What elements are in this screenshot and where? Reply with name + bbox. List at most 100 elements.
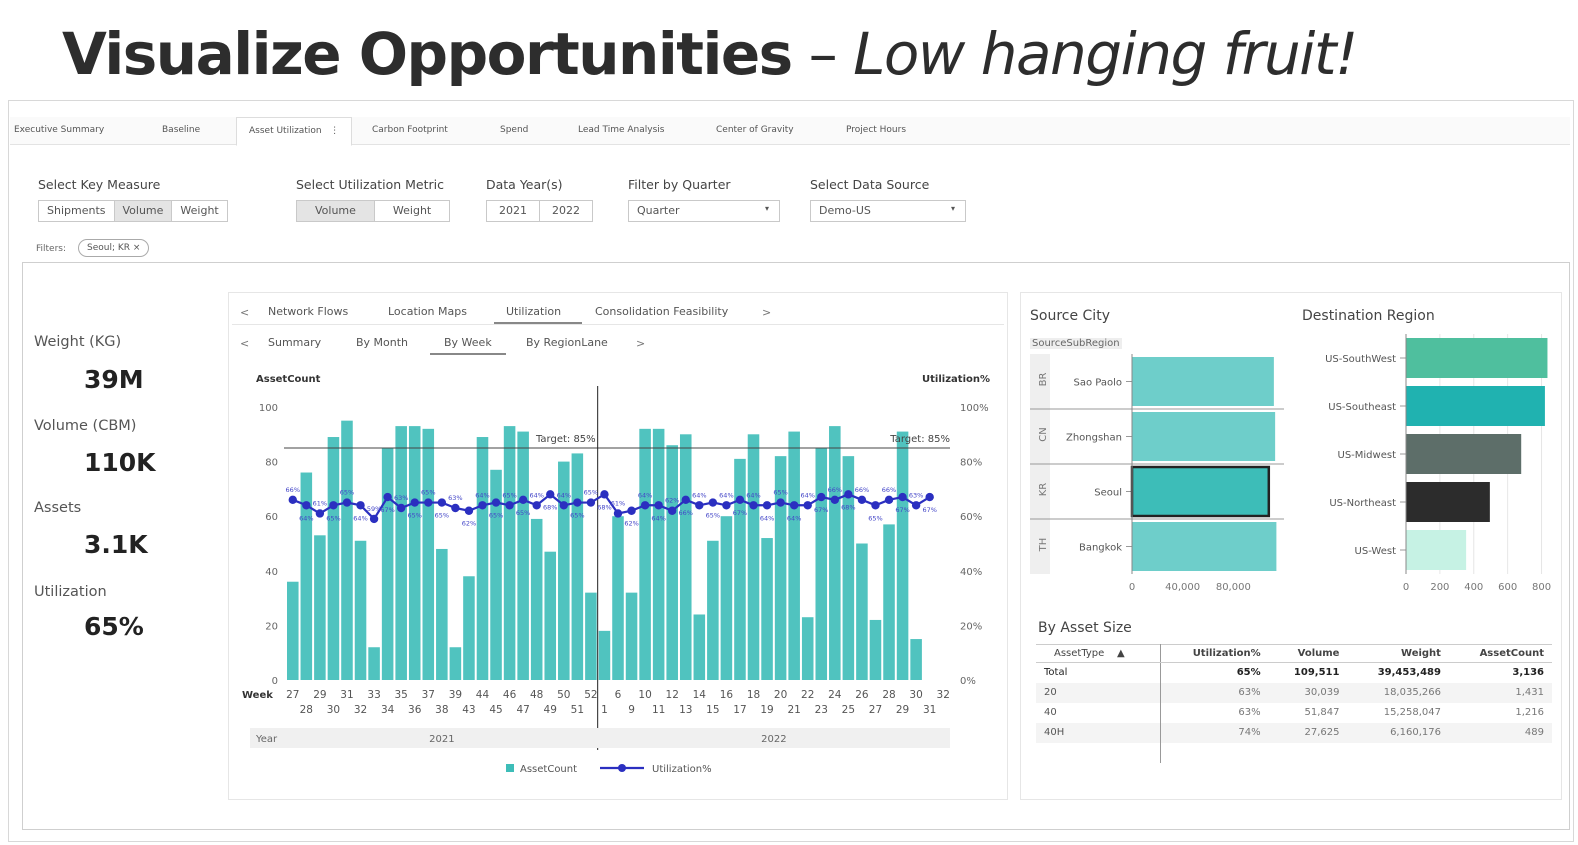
subtab-prev-icon[interactable]: <	[240, 306, 249, 319]
bar-source-city	[1132, 412, 1276, 461]
tab-lead-time-analysis[interactable]: Lead Time Analysis	[578, 125, 664, 135]
x-tick-label: 29	[896, 704, 909, 716]
tab-center-of-gravity[interactable]: Center of Gravity	[716, 125, 794, 135]
utilization-point-label: 66%	[828, 486, 842, 494]
source-city-title: Source City	[1030, 308, 1110, 324]
table-row	[1036, 742, 1552, 763]
year-2021-button[interactable]: 2021	[487, 201, 540, 221]
utilization-point	[437, 498, 447, 507]
y2-tick-label: 20%	[960, 621, 982, 632]
y-tick-label: 80	[265, 458, 278, 469]
year-axis-title: Year	[255, 734, 278, 745]
tab-carbon-footprint[interactable]: Carbon Footprint	[372, 125, 448, 135]
x-tick-label: 39	[449, 689, 462, 701]
utilization-point-label: 67%	[814, 506, 828, 514]
bar-assetcount	[408, 426, 421, 680]
utilization-point-label: 65%	[516, 509, 530, 517]
utilization-point	[559, 501, 568, 510]
utilization-point-label: 64%	[299, 514, 313, 522]
table-row: Total 65% 109,511 39,453,489 3,136	[1036, 662, 1552, 683]
bar-assetcount	[598, 630, 611, 680]
view-by-week[interactable]: By Week	[430, 336, 506, 355]
view-summary[interactable]: Summary	[268, 336, 321, 349]
data-years-label: Data Year(s)	[486, 177, 563, 192]
utilization-point	[830, 495, 840, 505]
bar-assetcount	[679, 434, 692, 680]
utilization-point-label: 66%	[679, 509, 693, 517]
utilization-point	[871, 501, 880, 510]
tab-baseline[interactable]: Baseline	[162, 125, 200, 135]
year-label-2022: 2022	[761, 734, 786, 745]
utilization-point-label: 68%	[841, 503, 855, 511]
x-tick-label: 12	[666, 689, 679, 701]
col-assettype[interactable]: AssetType ▲	[1036, 644, 1161, 663]
key-measure-shipments-button[interactable]: Shipments	[39, 201, 115, 221]
tab-menu-icon[interactable]: ⋮	[330, 126, 339, 136]
subtab-location-maps[interactable]: Location Maps	[388, 305, 467, 318]
subtab-utilization[interactable]: Utilization	[494, 305, 582, 324]
key-measure-volume-button[interactable]: Volume	[114, 201, 173, 221]
subtab-network-flows[interactable]: Network Flows	[268, 305, 348, 318]
utilization-point	[695, 501, 704, 510]
y-tick-label: 0	[272, 676, 278, 687]
x-tick-label: 34	[381, 704, 395, 716]
bar-assetcount	[314, 535, 326, 680]
view-prev-icon[interactable]: <	[240, 337, 249, 350]
bar-assetcount	[707, 540, 719, 680]
tab-asset-utilization[interactable]: Asset Utilization ⋮	[236, 117, 353, 146]
x-tick-label: 31	[340, 689, 353, 701]
y2-tick-label: 40%	[960, 567, 982, 578]
col-utilization[interactable]: Utilization%	[1160, 644, 1269, 663]
x-tick-label: 17	[733, 704, 746, 716]
utilization-point	[925, 492, 934, 502]
kpi-weight-value: 39M	[84, 365, 144, 394]
x-tick-label: 30	[327, 704, 340, 716]
util-metric-weight-button[interactable]: Weight	[375, 201, 449, 221]
year-2022-button[interactable]: 2022	[540, 201, 592, 221]
legend-swatch-assetcount	[506, 764, 514, 772]
tab-executive-summary[interactable]: Executive Summary	[14, 125, 104, 135]
subtab-consolidation-feasibility[interactable]: Consolidation Feasibility	[595, 305, 728, 318]
x-tick-label: 18	[747, 689, 760, 701]
view-by-regionlane[interactable]: By RegionLane	[526, 336, 608, 349]
utilization-point	[898, 492, 907, 502]
col-weight[interactable]: Weight	[1347, 644, 1449, 663]
utilization-point-label: 65%	[408, 512, 422, 520]
asset-size-title: By Asset Size	[1038, 620, 1132, 636]
col-volume[interactable]: Volume	[1268, 644, 1348, 663]
x-tick-label: 11	[652, 704, 665, 716]
bar-assetcount	[449, 647, 462, 680]
x-tick-label: 29	[313, 689, 326, 701]
bar-assetcount	[395, 426, 407, 680]
table-cell: 51,847	[1304, 707, 1340, 718]
table-cell: 40H	[1036, 722, 1161, 743]
utilization-point-label: 62%	[624, 520, 638, 528]
util-metric-volume-button[interactable]: Volume	[297, 201, 375, 221]
utilization-point-label: 64%	[651, 514, 665, 522]
tab-spend[interactable]: Spend	[500, 125, 528, 135]
utilization-point-label: 64%	[692, 491, 706, 499]
view-next-icon[interactable]: >	[636, 337, 645, 350]
tab-project-hours[interactable]: Project Hours	[846, 125, 906, 135]
subtab-next-icon[interactable]: >	[762, 306, 771, 319]
key-measure-weight-button[interactable]: Weight	[172, 201, 226, 221]
sort-ascending-icon[interactable]: ▲	[1117, 648, 1125, 659]
x-tick-label: 9	[628, 704, 635, 716]
legend-point-utilization	[618, 764, 626, 772]
utilization-point-label: 67%	[380, 506, 394, 514]
quarter-dropdown[interactable]: Quarter ▾	[628, 200, 780, 222]
utilization-point	[424, 498, 433, 507]
utilization-point-label: 64%	[760, 514, 774, 522]
x-tick-label: 10	[638, 689, 651, 701]
x-axis-title: Week	[242, 690, 273, 701]
view-by-month[interactable]: By Month	[356, 336, 408, 349]
report-tab-bar: Executive Summary Baseline Asset Utiliza…	[10, 117, 1570, 146]
bar-assetcount	[801, 617, 814, 680]
bar-assetcount	[463, 576, 475, 680]
col-assetcount[interactable]: AssetCount	[1448, 644, 1552, 663]
bar-assetcount	[815, 447, 828, 680]
bar-assetcount	[639, 428, 651, 680]
filter-chip-seoul[interactable]: Seoul; KR ×	[78, 239, 150, 257]
data-source-dropdown[interactable]: Demo-US ▾	[810, 200, 966, 222]
utilization-point	[749, 501, 758, 510]
